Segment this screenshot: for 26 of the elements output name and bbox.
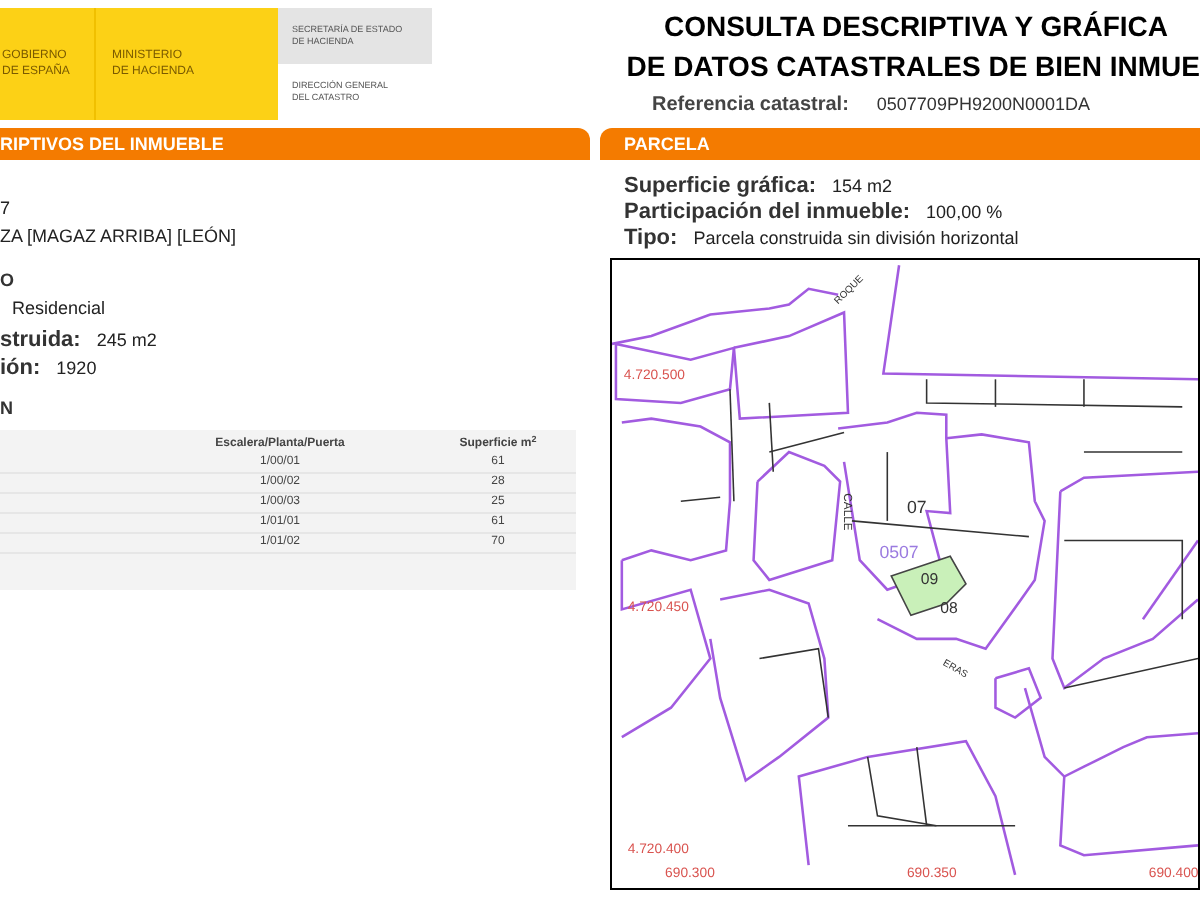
field-value: 1920 — [56, 356, 97, 382]
field-value: 245 m2 — [96, 328, 157, 354]
field-label: ión: — [0, 354, 41, 384]
field-value: 154 m2 — [831, 174, 893, 200]
reference-value: 0507709PH9200N0001DA — [876, 92, 1090, 118]
field-label: struida: — [0, 326, 81, 356]
field-value: Residencial — [12, 296, 106, 322]
highlighted-parcel — [890, 555, 967, 617]
section-heading: O — [0, 268, 15, 294]
property-text: 7 — [0, 196, 13, 222]
section-header: PARCELA — [600, 128, 1200, 160]
field-label: Tipo: — [624, 224, 678, 254]
page-title: DE DATOS CATASTRALES DE BIEN INMUE — [626, 48, 1200, 86]
page-title: CONSULTA DESCRIPTIVA Y GRÁFICA — [663, 8, 1168, 46]
field-value: Parcela construida sin división horizontal — [693, 226, 1019, 252]
map-label: 08 — [940, 599, 958, 618]
section-header: RIPTIVOS DEL INMUEBLE — [0, 128, 590, 160]
map-label: 09 — [920, 569, 939, 588]
field-label: Participación del inmueble: — [624, 198, 911, 228]
field-value: 100,00 % — [926, 200, 1003, 226]
reference-label: Referencia catastral: — [652, 92, 849, 120]
section-heading: N — [0, 396, 13, 422]
map-label: 0507 — [879, 542, 919, 563]
field-label: Superficie gráfica: — [624, 172, 816, 201]
property-text: ZA [MAGAZ ARRIBA] [LEÓN] — [0, 224, 239, 250]
map-label: 07 — [906, 497, 927, 518]
